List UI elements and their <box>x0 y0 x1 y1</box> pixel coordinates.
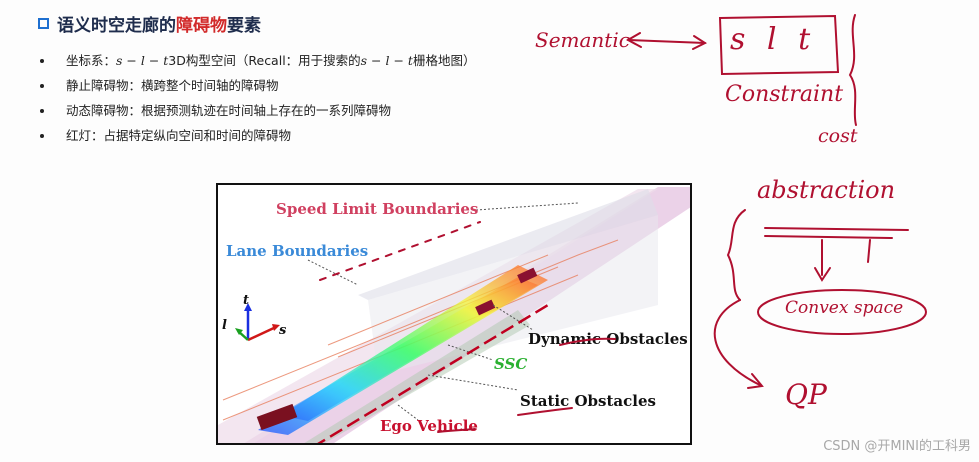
abstraction-note: abstraction <box>757 176 896 204</box>
slide: 语义时空走廊的障碍物要素 坐标系： s − l − t 3D构型空间（Recal… <box>0 0 979 462</box>
qp-note: QP <box>785 378 827 411</box>
convex-space-note: Convex space <box>785 298 904 318</box>
semantic-note: Semantic <box>535 28 630 52</box>
handwritten-annotations <box>319 14 927 433</box>
slt-note: s l t <box>730 22 817 57</box>
watermark: CSDN @开MINI的工科男 <box>823 439 971 454</box>
constraint-note: Constraint <box>725 82 844 107</box>
cost-note: cost <box>818 125 858 147</box>
